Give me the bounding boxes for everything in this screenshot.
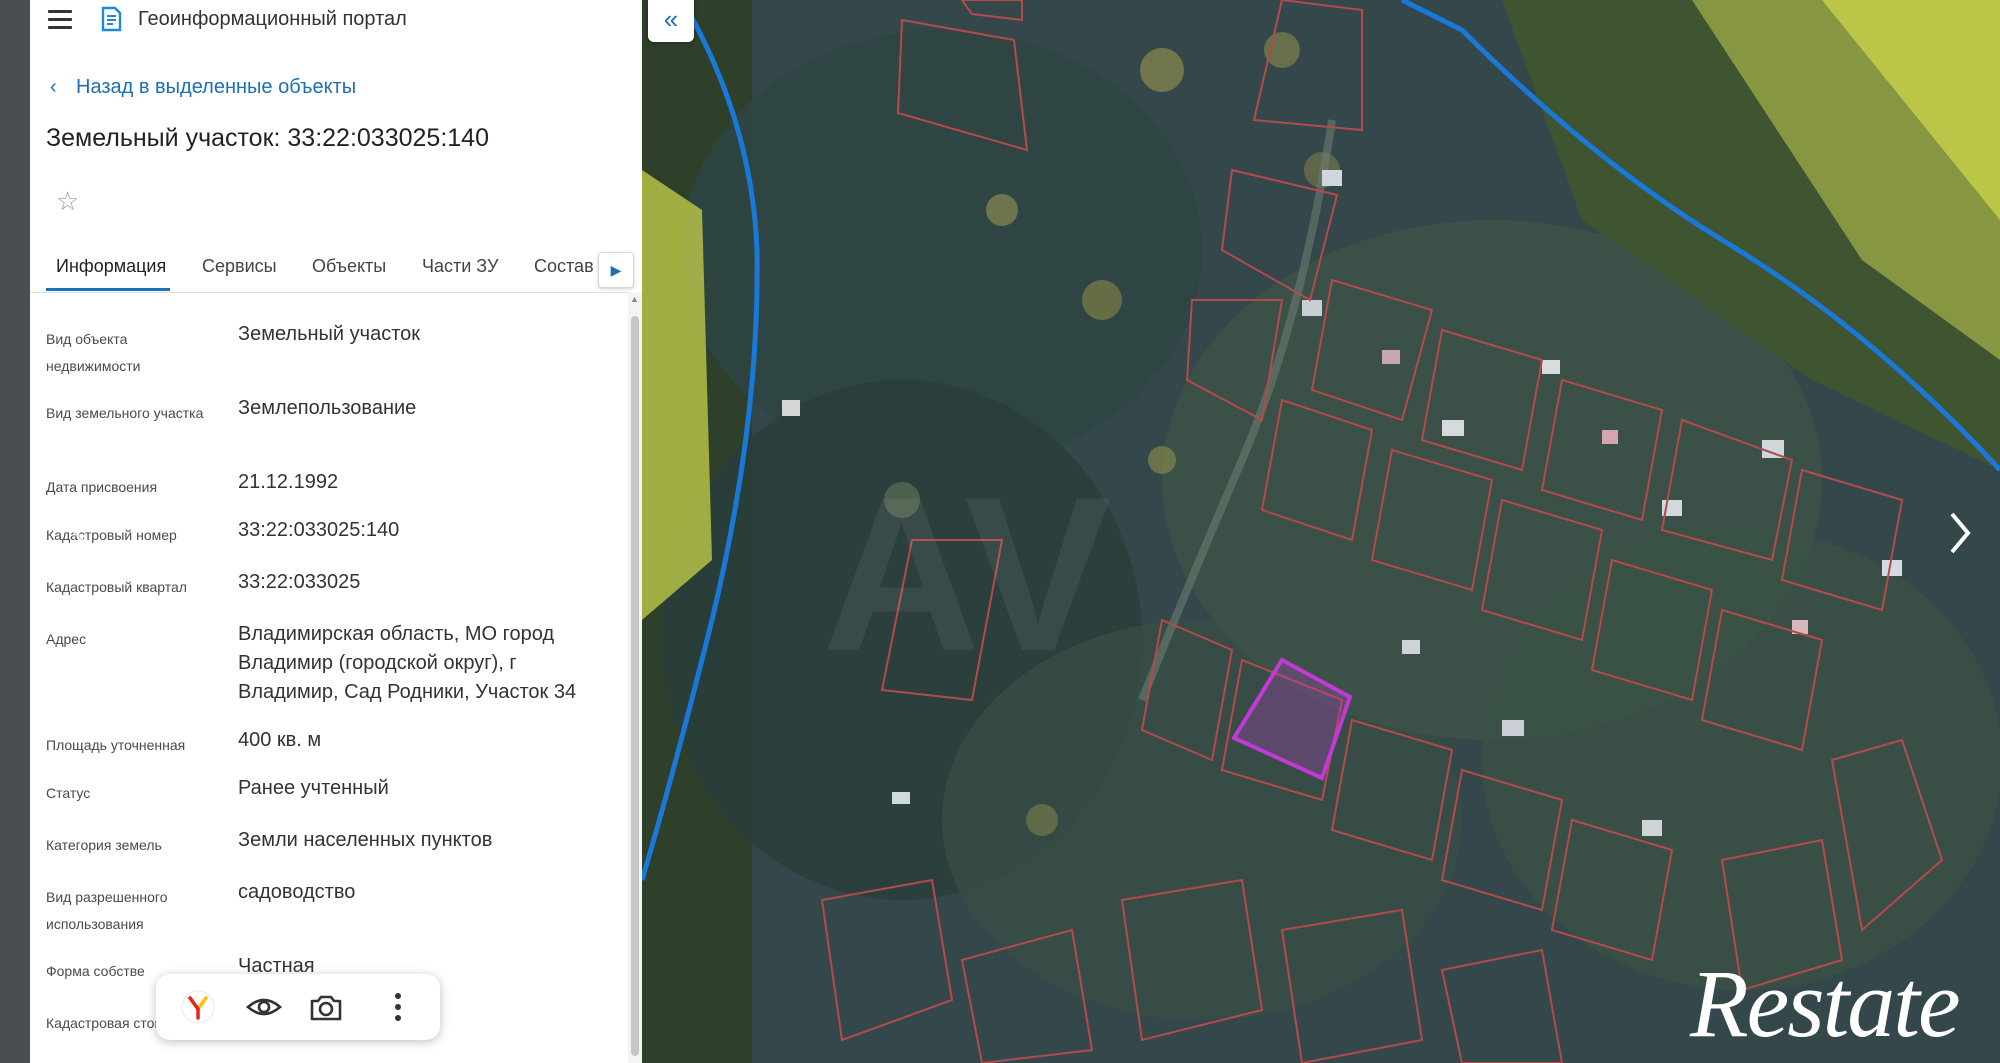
top-bar: Геоинформационный портал [30, 0, 642, 40]
property-value: Ранее учтенный [238, 777, 389, 799]
tabs-scroll-right-button[interactable]: ▶ [598, 252, 634, 288]
portal-logo-icon [101, 6, 122, 32]
property-label: Вид объекта недвижимости [46, 331, 141, 374]
panel-scrollbar[interactable]: ▲ [628, 292, 642, 1063]
left-edge-strip [0, 0, 30, 1063]
property-value: Землепользование [238, 397, 417, 419]
property-label: Вид земельного участка [46, 405, 204, 421]
tabs-bar: Информация Сервисы Объекты Части ЗУ Сост… [30, 240, 642, 293]
chevron-right-icon[interactable] [1940, 508, 1980, 558]
svg-text:AV: AV [822, 451, 1111, 697]
more-vertical-icon[interactable] [378, 987, 418, 1027]
back-to-selected-link[interactable]: ‹ Назад в выделенные объекты [50, 76, 356, 99]
star-icon[interactable]: ☆ [56, 186, 79, 217]
double-chevron-left-icon[interactable]: « [648, 0, 694, 42]
scroll-up-icon[interactable]: ▲ [630, 294, 639, 304]
property-value: Владимирская область, МО город Владимир … [238, 623, 577, 703]
property-value: садоводство [238, 881, 356, 903]
tab-objects[interactable]: Объекты [312, 256, 386, 277]
camera-icon[interactable] [306, 987, 346, 1027]
tab-parts[interactable]: Части ЗУ [422, 256, 498, 277]
tab-composition[interactable]: Состав [534, 256, 594, 277]
eye-icon[interactable] [244, 987, 284, 1027]
back-link-label: Назад в выделенные объекты [76, 76, 357, 98]
property-value: 400 кв. м [238, 729, 322, 751]
restate-watermark: Restate [1690, 950, 1961, 1057]
property-value: 21.12.1992 [238, 471, 339, 493]
satellite-map[interactable]: AV [642, 0, 2000, 1063]
map-canvas[interactable]: AV [642, 0, 2000, 1063]
property-value[interactable]: 33:22:033025:140 [238, 516, 608, 545]
property-label: Категория земель [46, 837, 162, 853]
property-label: Дата присвоения [46, 479, 158, 495]
property-label: Кадастровый квартал [46, 579, 187, 595]
property-label: Статус [46, 785, 91, 801]
property-label: Площадь уточненная [46, 737, 186, 753]
property-value[interactable]: 33:22:033025 [238, 568, 608, 597]
property-value: Земли населенных пунктов [238, 829, 493, 851]
property-value: Земельный участок [238, 323, 421, 345]
hamburger-icon[interactable] [48, 10, 72, 30]
chevron-left-icon[interactable] [66, 508, 106, 558]
portal-title: Геоинформационный портал [138, 8, 407, 30]
scrollbar-thumb[interactable] [631, 316, 639, 1056]
tab-services[interactable]: Сервисы [202, 256, 277, 277]
chevron-left-icon: ‹ [50, 76, 57, 98]
property-label: Вид разрешенного использования [46, 889, 168, 932]
floating-toolbar [156, 974, 440, 1040]
property-label: Адрес [46, 631, 87, 647]
yandex-icon[interactable] [178, 987, 218, 1027]
active-tab-indicator [46, 288, 170, 291]
tab-information[interactable]: Информация [56, 256, 166, 277]
object-title: Земельный участок: 33:22:033025:140 [46, 124, 489, 152]
info-panel: Геоинформационный портал ‹ Назад в выделе… [30, 0, 642, 1063]
